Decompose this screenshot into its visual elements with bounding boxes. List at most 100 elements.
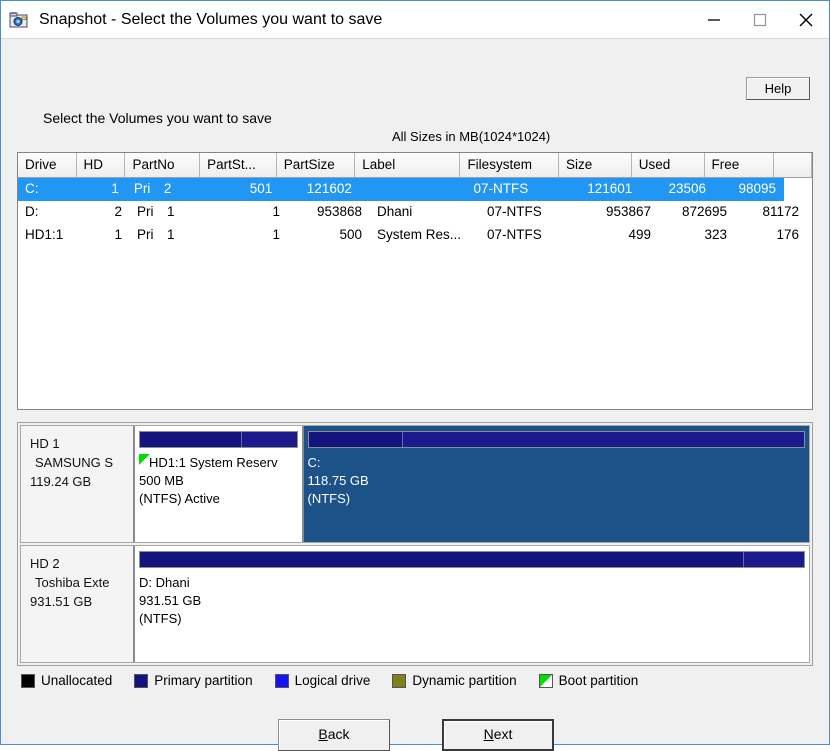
legend-item: Boot partition	[538, 673, 638, 688]
next-button[interactable]: Next	[442, 719, 554, 751]
cell-partno-value: 1	[167, 204, 175, 219]
cell-filesystem: 07-NTFS	[487, 204, 542, 219]
partition-label-line2: 118.75 GB	[307, 473, 369, 488]
help-button[interactable]: Help	[746, 77, 810, 100]
cell-partno-value: 1	[167, 227, 175, 242]
column-header-partsize[interactable]: PartSize	[276, 153, 356, 177]
legend-item: Logical drive	[274, 673, 371, 688]
disk-name: HD 1	[30, 436, 60, 451]
column-header-used[interactable]: Used	[631, 153, 705, 177]
table-row[interactable]: C: 1 Pri 2 501 121602 07-NTFS 121601 23506 98095	[18, 178, 784, 201]
wizard-buttons: Back Next	[1, 719, 830, 751]
partition-used-portion	[140, 552, 745, 567]
cell-size: 121601	[587, 181, 633, 196]
column-header-drive[interactable]: Drive	[18, 153, 77, 177]
table-row[interactable]: D: 2 Pri 1 1 953868 Dhani 07-NTFS 953867 872695 81…	[18, 201, 812, 224]
partition-label: D: Dhani 931.51 GB (NTFS)	[139, 574, 805, 628]
maximize-icon[interactable]	[737, 1, 783, 38]
column-header-free[interactable]: Free	[704, 153, 774, 177]
partition-label-line2: 931.51 GB	[139, 593, 202, 608]
cell-partsize: 500	[339, 227, 362, 242]
partition-label: HD1:1 System Reserv 500 MB (NTFS) Active	[139, 454, 298, 508]
disk-info: HD 1 SAMSUNG S 119.24 GB	[21, 426, 135, 542]
cell-partsize: 121602	[306, 181, 352, 196]
cell-used: 23506	[668, 181, 707, 196]
column-header-filesystem[interactable]: Filesystem	[460, 153, 559, 177]
page-instruction: Select the Volumes you want to save	[43, 110, 272, 126]
partition-label-line1: D: Dhani	[139, 575, 190, 590]
disk-row: HD 2 Toshiba Exte 931.51 GB D: Dhani 931.51 …	[20, 545, 810, 663]
legend-swatch-dynamic	[392, 673, 407, 688]
partition-label-line1: C:	[307, 455, 321, 470]
disk-row: HD 1 SAMSUNG S 119.24 GB HD1:1 System Reser…	[20, 425, 810, 543]
partition-label-line3: (NTFS) Active	[139, 491, 220, 506]
partition-label-line1: HD1:1 System Reserv	[149, 455, 278, 470]
back-accelerator: B	[318, 726, 328, 742]
partition-label-line2: 500 MB	[139, 473, 184, 488]
title-bar: Snapshot - Select the Volumes you want t…	[1, 1, 829, 39]
cell-partstart: 1	[272, 227, 280, 242]
column-header-partst[interactable]: PartSt...	[200, 153, 277, 177]
cell-partsize: 953868	[316, 204, 362, 219]
legend-swatch-logical	[274, 673, 289, 688]
cell-free: 176	[776, 227, 799, 242]
minimize-icon[interactable]	[691, 1, 737, 38]
cell-partstart: 501	[249, 181, 273, 196]
cell-filesystem: 07-NTFS	[487, 227, 542, 242]
close-icon[interactable]	[783, 1, 829, 38]
legend-label: Primary partition	[154, 673, 253, 688]
partition-used-portion	[140, 432, 242, 447]
partition-strip: HD1:1 System Reserv 500 MB (NTFS) Active C:…	[135, 426, 809, 542]
disk-capacity: 931.51 GB	[30, 594, 93, 609]
legend-label: Logical drive	[294, 673, 371, 688]
window-title: Snapshot - Select the Volumes you want t…	[39, 10, 383, 28]
legend-swatch-boot	[538, 673, 553, 688]
partition-hd1-part-c[interactable]: C: 118.75 GB (NTFS)	[303, 426, 809, 542]
cell-partno: Pri 2	[127, 178, 203, 201]
legend-item: Primary partition	[134, 673, 253, 688]
cell-used: 323	[704, 227, 727, 242]
column-header-blank[interactable]	[773, 153, 812, 177]
cell-partstart: 1	[272, 204, 280, 219]
column-header-label[interactable]: Label	[355, 153, 461, 177]
boot-partition-flag-icon	[139, 454, 150, 465]
disk-model: Toshiba Exte	[35, 575, 110, 590]
column-header-size[interactable]: Size	[558, 153, 632, 177]
back-button[interactable]: Back	[278, 719, 390, 751]
partition-hd1-part-system-reserved[interactable]: HD1:1 System Reserv 500 MB (NTFS) Active	[135, 426, 304, 542]
legend-label: Unallocated	[41, 673, 113, 688]
partition-label-line3: (NTFS)	[307, 491, 351, 506]
cell-filesystem: 07-NTFS	[473, 181, 529, 196]
cell-partno: Pri 1	[130, 201, 208, 224]
disk-name: HD 2	[30, 556, 60, 571]
list-rows: C: 1 Pri 2 501 121602 07-NTFS 121601 23506 98095 D…	[18, 178, 812, 247]
cell-partno: Pri 1	[130, 224, 208, 247]
partition-usage-bar	[307, 431, 805, 448]
volumes-list[interactable]: Drive HD PartNo PartSt... PartSize Label Files…	[17, 152, 813, 410]
partition-label: C: 118.75 GB (NTFS)	[308, 454, 806, 508]
snapshot-window: Snapshot - Select the Volumes you want t…	[0, 0, 830, 751]
partition-strip: D: Dhani 931.51 GB (NTFS)	[135, 546, 809, 662]
disk-map: HD 1 SAMSUNG S 119.24 GB HD1:1 System Reser…	[17, 422, 813, 666]
legend-swatch-unallocated	[21, 673, 35, 688]
legend-item: Unallocated	[21, 673, 112, 688]
cell-size: 499	[628, 227, 651, 242]
cell-free: 81172	[762, 204, 799, 219]
partition-hd2-part-d[interactable]: D: Dhani 931.51 GB (NTFS)	[135, 546, 809, 662]
legend-swatch-primary	[134, 673, 149, 688]
partition-usage-bar	[139, 431, 298, 448]
cell-hd: 1	[114, 227, 122, 242]
column-header-hd[interactable]: HD	[76, 153, 126, 177]
legend-item: Dynamic partition	[392, 673, 517, 688]
partition-used-portion	[308, 432, 403, 447]
cell-label: Dhani	[377, 204, 413, 219]
cell-partno-type: Pri	[137, 227, 154, 242]
cell-size: 953867	[605, 204, 651, 219]
partition-label-line3: (NTFS)	[139, 611, 182, 626]
column-header-partno[interactable]: PartNo	[125, 153, 201, 177]
table-row[interactable]: HD1:1 1 Pri 1 1 500 System Res... 07-NTFS 499 323…	[18, 224, 812, 247]
partition-usage-bar	[139, 551, 805, 568]
cell-label: System Res...	[377, 227, 462, 242]
cell-free: 98095	[738, 181, 776, 196]
window-controls	[691, 1, 829, 38]
